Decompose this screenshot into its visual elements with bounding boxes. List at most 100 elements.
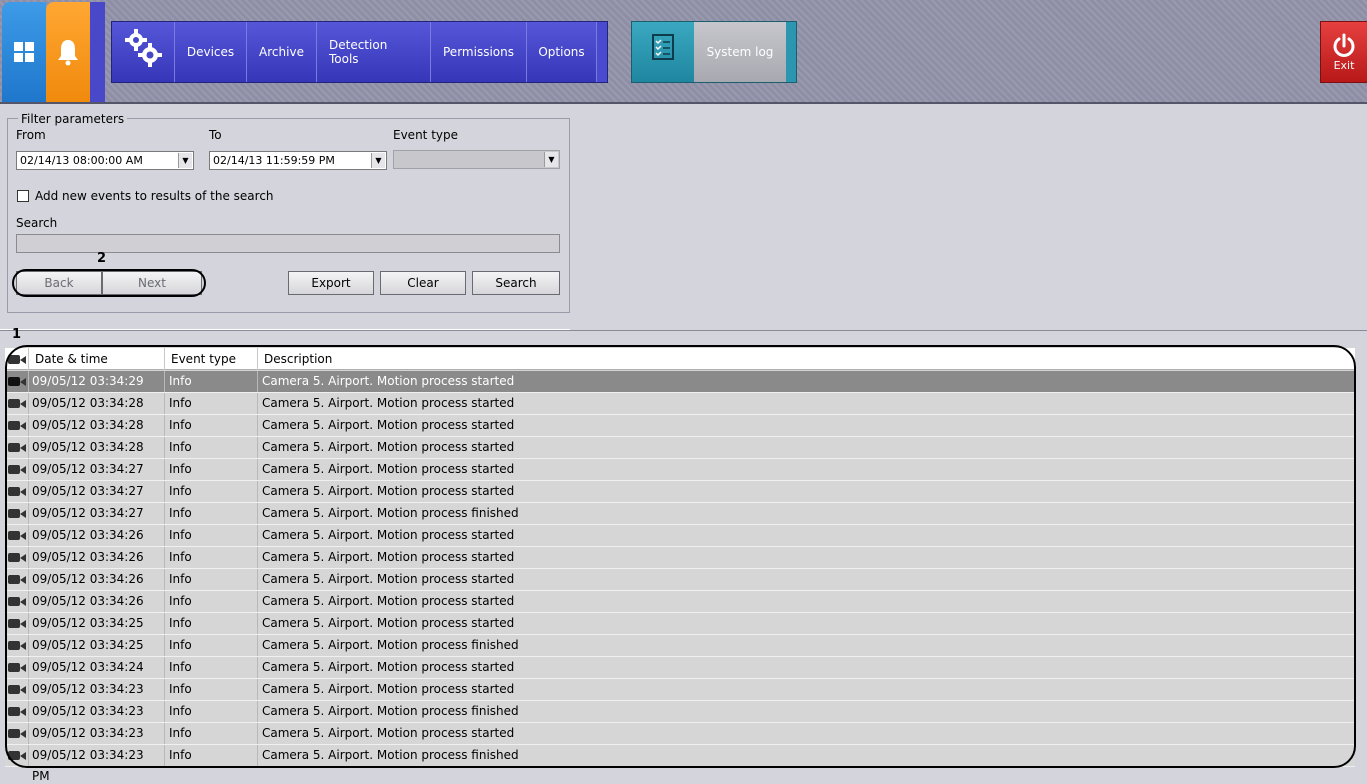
row-icon-cell [5,569,29,590]
from-datetime-picker[interactable]: 02/14/13 08:00:00 AM ▼ [16,151,194,170]
table-row[interactable]: 09/05/12 03:34:26 PMInfo Camera 5. Airpor… [5,525,1355,563]
row-date: 09/05/12 03:34:26 PM [29,569,165,607]
row-icon-cell [5,393,29,414]
camera-icon [7,706,26,717]
row-event-type: Info [165,547,258,568]
table-row[interactable]: 09/05/12 03:34:27 PMInfo Camera 5. Airpor… [5,503,1355,541]
checklist-icon [652,34,674,60]
windows-grid-icon [14,42,34,62]
row-event-type: Info [165,613,258,634]
exit-button[interactable]: Exit [1320,21,1367,83]
row-date: 09/05/12 03:34:23 PM [29,723,165,761]
event-type-select[interactable]: ▼ [393,150,560,169]
nav-devices[interactable]: Devices [175,22,247,82]
filter-parameters-group: Filter parameters From 02/14/13 08:00:00… [7,112,570,313]
separator-line [0,330,1367,331]
table-body: 09/05/12 03:34:29 PMInfoCamera 5. Airpor… [5,371,1355,783]
row-date: 09/05/12 03:34:28 PM [29,393,165,431]
add-new-events-checkbox[interactable] [17,190,29,202]
export-button[interactable]: Export [288,271,374,295]
row-description: Camera 5. Airport. Motion process starte… [262,616,515,630]
tile-strip [90,2,105,102]
row-date: 09/05/12 03:34:26 PM [29,591,165,629]
camera-icon [7,376,26,387]
row-icon-cell [5,415,29,436]
row-date: 09/05/12 03:34:24 PM [29,657,165,695]
table-row[interactable]: 09/05/12 03:34:25 PMInfo Camera 5. Airpor… [5,613,1355,651]
row-icon-cell [5,503,29,524]
nav-permissions[interactable]: Permissions [431,22,527,82]
row-icon-cell [5,679,29,700]
table-row[interactable]: 09/05/12 03:34:24 PMInfo Camera 5. Airpor… [5,657,1355,695]
back-button[interactable]: Back [16,271,102,295]
add-new-events-label: Add new events to results of the search [35,189,274,203]
table-row[interactable]: 09/05/12 03:34:23 PMInfo Camera 5. Airpor… [5,701,1355,739]
row-icon-cell [5,723,29,744]
system-log-tab[interactable]: System log [631,21,797,83]
row-description: Camera 5. Airport. Motion process finish… [262,704,519,718]
table-row[interactable]: 09/05/12 03:34:23 PMInfo Camera 5. Airpor… [5,745,1355,783]
row-event-type: Info [165,503,258,524]
row-icon-cell [5,657,29,678]
row-icon-cell [5,701,29,722]
nav-archive[interactable]: Archive [247,22,317,82]
row-description: Camera 5. Airport. Motion process starte… [262,550,515,564]
row-date: 09/05/12 03:34:28 PM [29,415,165,453]
row-icon-cell [5,459,29,480]
header-icon-column[interactable] [5,348,29,370]
table-row[interactable]: 09/05/12 03:34:28 PMInfo Camera 5. Airpor… [5,415,1355,453]
windows-layout-button[interactable] [2,2,46,102]
camera-icon [7,574,26,585]
row-event-type: Info [165,723,258,744]
camera-icon [7,728,26,739]
row-description: Camera 5. Airport. Motion process starte… [262,396,515,410]
row-event-type: Info [165,393,258,414]
row-event-type: Info [165,701,258,722]
chevron-down-icon[interactable]: ▼ [544,152,558,167]
clear-button[interactable]: Clear [380,271,466,295]
nav-detection-tools[interactable]: Detection Tools [317,22,431,82]
from-value: 02/14/13 08:00:00 AM [20,154,143,167]
table-row[interactable]: 09/05/12 03:34:28 PMInfo Camera 5. Airpor… [5,437,1355,475]
row-description: Camera 5. Airport. Motion process starte… [262,572,515,586]
row-description: Camera 5. Airport. Motion process starte… [262,682,515,696]
table-row[interactable]: 09/05/12 03:34:27 PMInfo Camera 5. Airpor… [5,481,1355,519]
camera-icon [7,486,26,497]
chevron-down-icon[interactable]: ▼ [371,153,385,168]
settings-gear-button[interactable] [112,22,175,82]
row-date: 09/05/12 03:34:27 PM [29,459,165,497]
camera-icon [7,596,26,607]
row-description: Camera 5. Airport. Motion process starte… [262,440,515,454]
table-row[interactable]: 09/05/12 03:34:23 PMInfo Camera 5. Airpor… [5,679,1355,717]
next-button[interactable]: Next [102,271,202,295]
row-event-type: Info [165,657,258,678]
table-row[interactable]: 09/05/12 03:34:29 PMInfo Camera 5. Airpor… [5,371,1355,409]
table-row[interactable]: 09/05/12 03:34:26 PMInfo Camera 5. Airpor… [5,547,1355,585]
row-event-type: Info [165,569,258,590]
table-row[interactable]: 09/05/12 03:34:26 PMInfo Camera 5. Airpor… [5,591,1355,629]
table-row[interactable]: 09/05/12 03:34:25 PMInfo Camera 5. Airpor… [5,635,1355,673]
column-date-time[interactable]: Date & time [29,348,165,370]
chevron-down-icon[interactable]: ▼ [178,153,192,168]
row-description: Camera 5. Airport. Motion process finish… [262,638,519,652]
row-icon-cell [5,635,29,656]
column-event-type[interactable]: Event type [165,348,258,370]
row-event-type: Info [165,679,258,700]
column-description[interactable]: Description [258,348,1355,370]
nav-options[interactable]: Options [527,22,597,82]
camera-icon [7,398,26,409]
table-row[interactable]: 09/05/12 03:34:28 PMInfo Camera 5. Airpor… [5,393,1355,431]
alerts-button[interactable] [46,2,90,102]
row-description: Camera 5. Airport. Motion process starte… [262,594,515,608]
table-row[interactable]: 09/05/12 03:34:27 PMInfo Camera 5. Airpor… [5,459,1355,497]
row-date: 09/05/12 03:34:26 PM [29,547,165,585]
search-button[interactable]: Search [472,271,560,295]
to-datetime-picker[interactable]: 02/14/13 11:59:59 PM ▼ [209,151,387,170]
table-row[interactable]: 09/05/12 03:34:26 PMInfo Camera 5. Airpor… [5,569,1355,607]
camera-icon [7,662,26,673]
row-icon-cell [5,525,29,546]
table-row[interactable]: 09/05/12 03:34:23 PMInfo Camera 5. Airpor… [5,723,1355,761]
camera-icon [7,640,26,651]
camera-icon [7,684,26,695]
callout-marker-2: 2 [97,251,107,266]
